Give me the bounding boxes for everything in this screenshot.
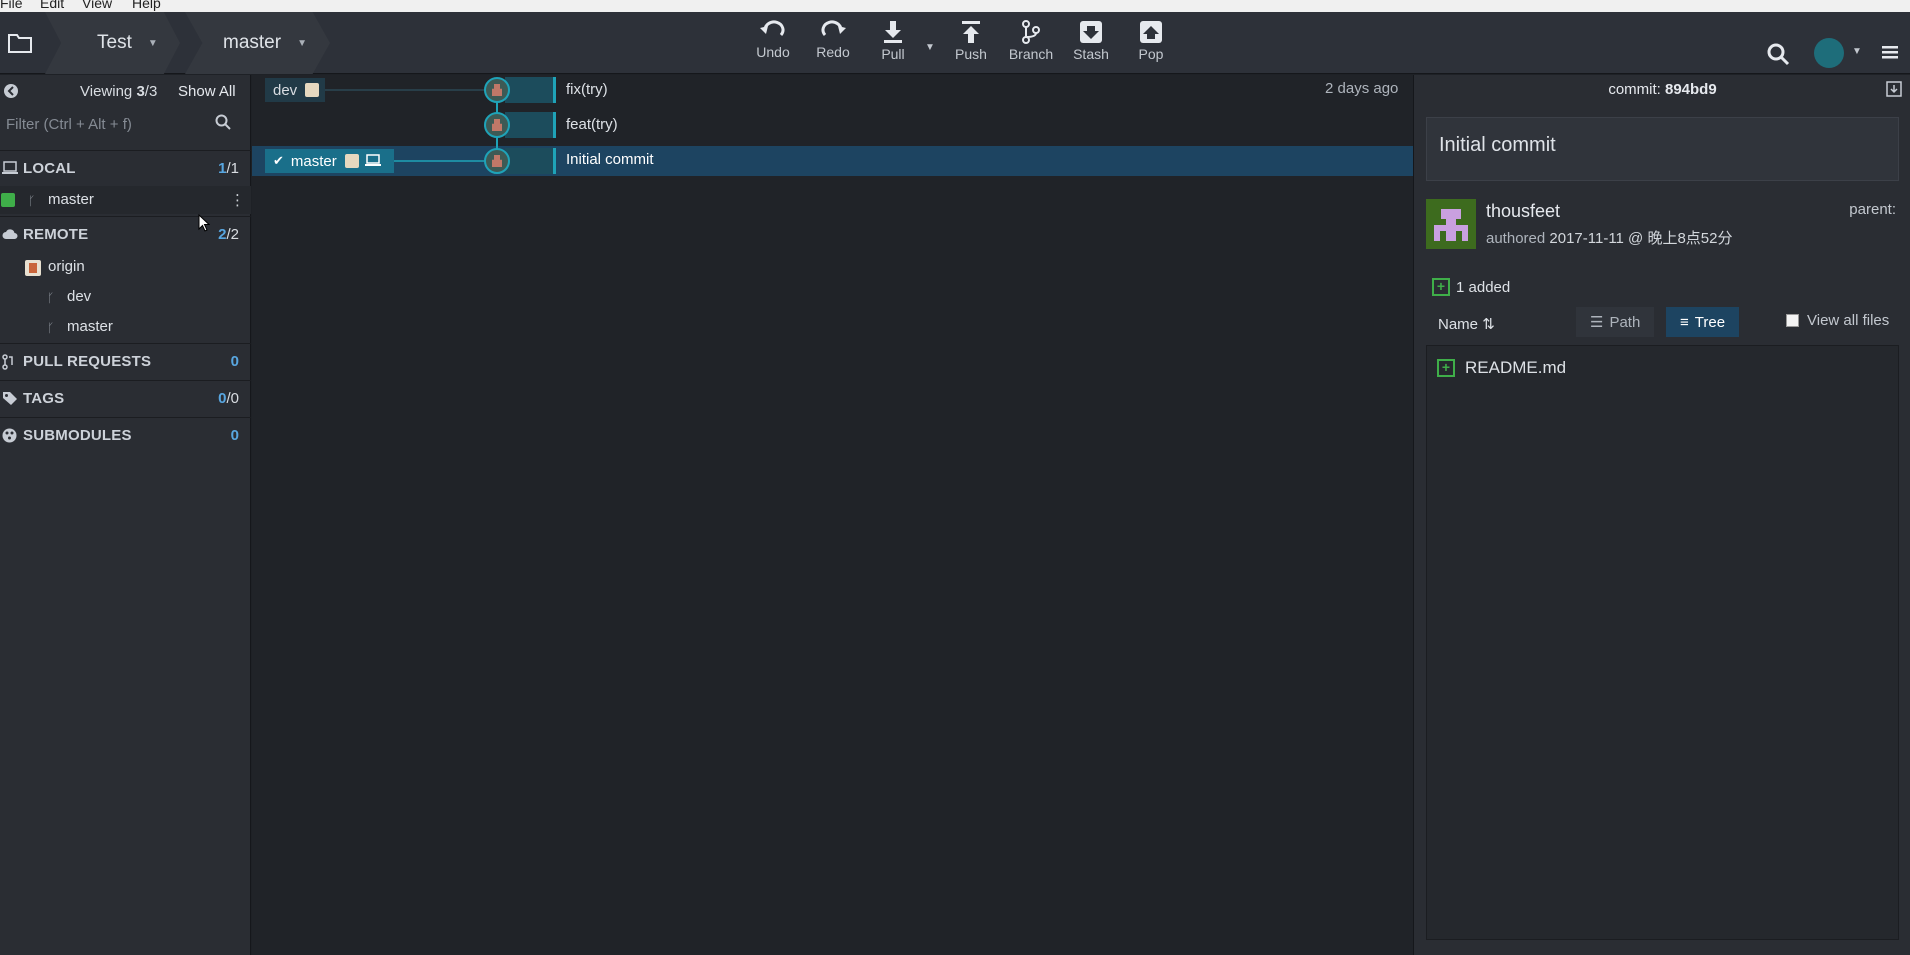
commit-summary[interactable]: Initial commit (1426, 117, 1899, 181)
commit-message[interactable]: feat(try) (566, 116, 618, 133)
tree-view-button[interactable]: ≡ Tree (1666, 307, 1740, 337)
branch-ref-label: master (290, 152, 337, 170)
view-all-files-toggle[interactable]: View all files (1786, 312, 1889, 329)
file-list: + README.md (1426, 345, 1899, 940)
chevron-down-icon[interactable]: ▼ (1852, 46, 1862, 57)
section-submodules-title: SUBMODULES (23, 427, 132, 444)
section-pull-requests-count: 0 (230, 353, 239, 370)
commit-node-avatar[interactable] (484, 77, 510, 103)
checkmark-icon: ✔ (273, 153, 284, 168)
hamburger-menu-icon[interactable] (1882, 44, 1898, 65)
graph-lines (325, 89, 498, 162)
file-name: README.md (1465, 358, 1567, 377)
commit-timestamp: 2 days ago (1325, 80, 1399, 97)
remote-avatar-icon (305, 83, 320, 97)
added-plus-icon: + (1432, 278, 1450, 296)
sort-az-icon: ⇅ (1482, 316, 1495, 333)
commit-details-panel: commit: 894bd9 Initial commit thousfeet … (1413, 75, 1910, 955)
section-pull-requests[interactable]: PULL REQUESTS 0 (0, 343, 251, 379)
added-file-icon: + (1437, 359, 1455, 377)
section-submodules-count: 0 (230, 427, 239, 444)
remote-avatar-icon (344, 154, 359, 168)
remote-branch-label: master (67, 318, 113, 335)
profile-avatar[interactable] (1814, 38, 1844, 68)
tag-icon (2, 391, 18, 409)
tree-icon: ≡ (1680, 313, 1689, 331)
laptop-icon (364, 153, 381, 170)
section-tags-title: TAGS (23, 390, 65, 407)
commit-marker (553, 148, 556, 174)
commit-hash[interactable]: 894bd9 (1665, 81, 1717, 98)
branch-ref-label: dev (273, 81, 298, 99)
lane-bar (505, 112, 555, 138)
expand-panel-icon[interactable] (1886, 81, 1902, 102)
path-view-button[interactable]: ☰ Path (1576, 307, 1655, 337)
commit-node-avatar[interactable] (484, 112, 510, 138)
pull-request-icon (2, 354, 16, 374)
view-all-files-checkbox[interactable] (1786, 314, 1799, 327)
commit-message[interactable]: fix(try) (566, 81, 608, 98)
submodule-icon (2, 428, 17, 447)
file-row[interactable]: + README.md (1437, 358, 1566, 378)
mouse-cursor-icon (198, 214, 210, 232)
branch-ref-master[interactable]: ✔ master (265, 149, 394, 173)
lane-bar (505, 77, 555, 103)
remote-branch-master[interactable]: ᚴ master (0, 313, 251, 341)
author-avatar (1426, 199, 1476, 249)
branch-ref-dev[interactable]: dev (265, 78, 325, 102)
section-tags-count: 0/0 (218, 390, 239, 407)
added-files-count: + 1 added (1432, 278, 1510, 296)
parent-label: parent: (1849, 201, 1896, 218)
sort-by-name-button[interactable]: Name ⇅ (1438, 315, 1495, 333)
authored-date: authored 2017-11-11 @ 晚上8点52分 (1486, 230, 1733, 247)
author-name: thousfeet (1486, 201, 1561, 221)
commit-node-avatar[interactable] (484, 148, 510, 174)
lane-bar (505, 148, 555, 174)
commit-marker (553, 77, 556, 103)
branch-icon: ᚴ (47, 321, 55, 335)
commit-marker (553, 112, 556, 138)
section-tags[interactable]: TAGS 0/0 (0, 380, 251, 416)
section-submodules[interactable]: SUBMODULES 0 (0, 417, 251, 453)
section-pull-requests-title: PULL REQUESTS (23, 353, 152, 370)
commit-message[interactable]: Initial commit (566, 151, 654, 168)
search-icon[interactable] (1766, 42, 1790, 71)
list-icon: ☰ (1590, 314, 1604, 331)
commit-id: commit: 894bd9 (1608, 81, 1717, 98)
